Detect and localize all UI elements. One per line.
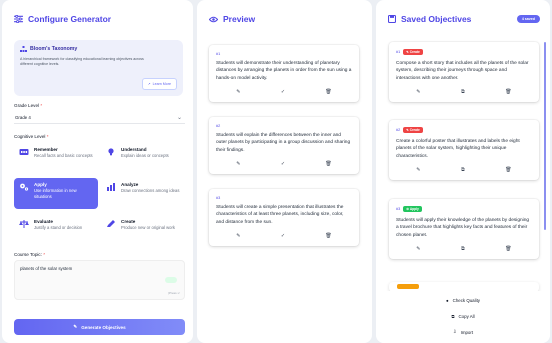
saved-actions: ● Check Quality ⧉ Copy All ⇩ Import [376, 291, 550, 343]
external-link-icon: ↗ [147, 82, 151, 86]
saved-count-badge: 4 saved [516, 15, 540, 23]
edit-icon[interactable]: ✎ [236, 161, 240, 167]
copy-icon[interactable]: ⧉ [461, 89, 465, 95]
grammar-indicator [165, 277, 177, 283]
preview-panel: Preview #1 Students will demonstrate the… [197, 0, 372, 343]
level-create[interactable]: Create Produce new or original work [101, 215, 185, 246]
preview-card: #1 Students will demonstrate their under… [209, 45, 359, 103]
balance-icon [19, 220, 29, 228]
bloom-description: A hierarchical framework for classifying… [20, 57, 144, 67]
copy-icon: ⧉ [451, 314, 455, 319]
wand-icon: ✎ [73, 324, 78, 329]
edit-icon[interactable]: ✎ [416, 246, 420, 252]
saved-card: #2 ✎ Create Create a colorful poster tha… [389, 120, 539, 181]
gears-icon [20, 183, 29, 191]
saved-panel: Saved Objectives 4 saved #1 ✎ Create Com… [376, 0, 550, 343]
level-tag: ⚙ Apply [403, 206, 422, 212]
trash-icon[interactable]: 🗑 [325, 89, 331, 95]
trash-icon[interactable]: 🗑 [505, 167, 511, 173]
import-icon: ⇩ [452, 329, 457, 334]
edit-icon[interactable]: ✎ [416, 167, 420, 173]
level-remember[interactable]: Remember Recall facts and basic concepts [14, 143, 98, 174]
saved-header: Saved Objectives 4 saved [376, 0, 550, 24]
chart-icon [107, 183, 115, 191]
level-evaluate[interactable]: Evaluate Justify a stand or decision [14, 215, 98, 246]
bloom-info-box: Bloom's Taxonomy A hierarchical framewor… [14, 40, 183, 96]
hierarchy-icon [20, 46, 27, 52]
saved-title: Saved Objectives [401, 14, 472, 24]
preview-card: #3 Students will create a simple present… [209, 189, 359, 247]
copy-icon[interactable]: ⧉ [461, 246, 465, 252]
import-button[interactable]: ⇩ Import [376, 329, 550, 335]
level-analyze[interactable]: Analyze Draw connections among ideas [101, 178, 185, 209]
level-tag: ✎ Create [403, 127, 423, 133]
preview-card: #2 Students will explain the differences… [209, 117, 359, 175]
check-quality-button[interactable]: ● Check Quality [376, 298, 550, 303]
grade-level-select[interactable]: Grade 4 ⌄ [14, 112, 185, 124]
preview-title: Preview [223, 14, 256, 24]
level-understand[interactable]: Understand Explain ideas or concepts [101, 143, 185, 174]
check-circle-icon: ● [446, 298, 449, 303]
saved-card: #1 ✎ Create Compose a short story that i… [389, 42, 539, 103]
preview-header: Preview [197, 0, 372, 24]
trash-icon[interactable]: 🗑 [325, 161, 331, 167]
chevron-down-icon: ⌄ [176, 115, 182, 121]
check-icon[interactable]: ✓ [281, 233, 285, 239]
copy-icon[interactable]: ⧉ [461, 167, 465, 173]
level-apply[interactable]: Apply Use information in new situations [14, 178, 98, 209]
sliders-icon [14, 15, 23, 23]
trash-icon[interactable]: 🗑 [325, 233, 331, 239]
grade-level-label: Grade Level * [14, 103, 43, 108]
topic-hint: (Press ↵ [167, 291, 180, 295]
level-tag [397, 284, 419, 289]
level-tag: ✎ Create [403, 49, 423, 55]
pencil-icon [107, 220, 115, 227]
eye-icon [209, 16, 218, 22]
copy-all-button[interactable]: ⧉ Copy All [376, 314, 550, 319]
memory-icon [19, 149, 29, 155]
learn-more-button[interactable]: ↗ Learn More [141, 78, 177, 90]
save-icon [388, 15, 396, 23]
check-icon[interactable]: ✓ [281, 161, 285, 167]
edit-icon[interactable]: ✎ [236, 233, 240, 239]
check-icon[interactable]: ✓ [281, 89, 285, 95]
cognitive-level-label: Cognitive Level * [14, 134, 49, 139]
trash-icon[interactable]: 🗑 [505, 89, 511, 95]
saved-card: #3 ⚙ Apply Students will apply their kno… [389, 199, 539, 260]
configure-title: Configure Generator [28, 14, 112, 24]
configure-header: Configure Generator [2, 0, 193, 24]
bloom-title: Bloom's Taxonomy [30, 46, 78, 52]
edit-icon[interactable]: ✎ [236, 89, 240, 95]
edit-icon[interactable]: ✎ [416, 89, 420, 95]
scrollbar[interactable] [544, 42, 546, 230]
configure-panel: Configure Generator Bloom's Taxonomy A h… [2, 0, 193, 343]
course-topic-label: Course Topic: * [14, 252, 46, 257]
trash-icon[interactable]: 🗑 [505, 246, 511, 252]
lightbulb-icon [108, 148, 114, 156]
course-topic-input[interactable]: planets of the solar system (Press ↵ [14, 260, 185, 300]
generate-objectives-button[interactable]: ✎ Generate Objectives [14, 319, 185, 335]
